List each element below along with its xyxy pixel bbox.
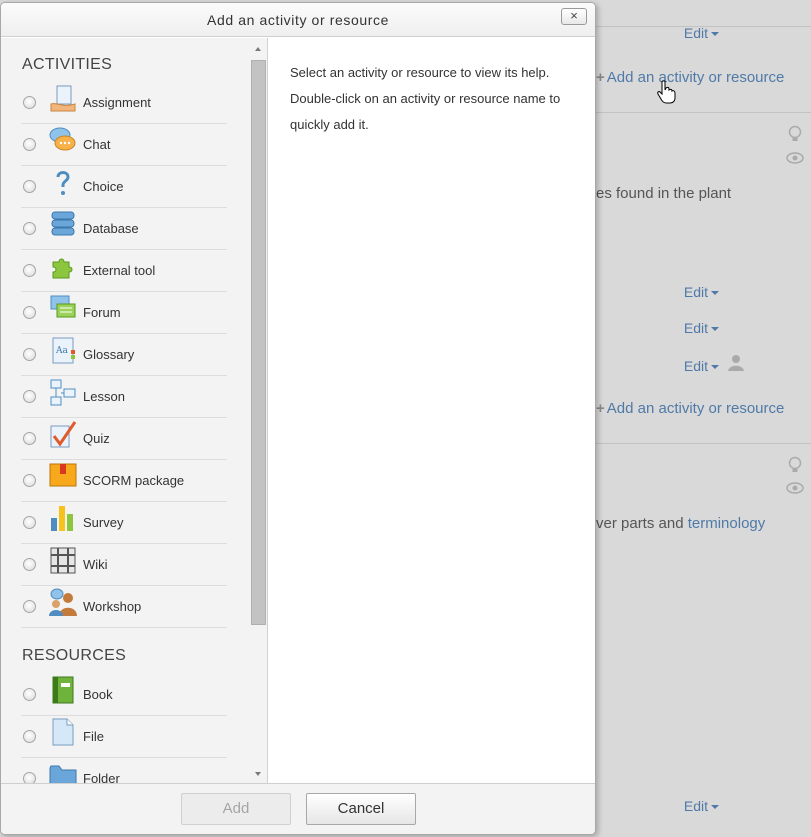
options-scrollbar[interactable] bbox=[249, 38, 267, 785]
activities-heading: ACTIVITIES bbox=[22, 56, 113, 73]
svg-text:Aa: Aa bbox=[55, 346, 68, 356]
glossary-icon: Aa bbox=[52, 337, 75, 364]
edit-menu[interactable]: Edit bbox=[684, 798, 719, 814]
radio-button[interactable] bbox=[23, 516, 36, 529]
caret-down-icon bbox=[711, 805, 719, 810]
lightbulb-icon[interactable] bbox=[787, 125, 803, 143]
resources-heading: RESOURCES bbox=[22, 647, 127, 664]
terminology-link[interactable]: terminology bbox=[688, 515, 766, 532]
scrollbar-thumb[interactable] bbox=[251, 60, 266, 625]
assignment-icon bbox=[50, 85, 76, 112]
eye-icon[interactable] bbox=[786, 152, 804, 164]
plus-icon: + bbox=[596, 69, 605, 86]
dialog-title: Add an activity or resource bbox=[207, 12, 389, 28]
external-tool-icon bbox=[52, 258, 73, 279]
caret-down-icon bbox=[711, 32, 719, 37]
option-workshop[interactable]: Workshop bbox=[21, 586, 227, 628]
option-wiki[interactable]: Wiki bbox=[21, 544, 227, 586]
file-icon bbox=[52, 718, 74, 746]
radio-button[interactable] bbox=[23, 222, 36, 235]
option-scorm-package[interactable]: SCORM package bbox=[21, 460, 227, 502]
option-forum[interactable]: Forum bbox=[21, 292, 227, 334]
scroll-up-arrow-icon[interactable] bbox=[255, 47, 261, 51]
option-lesson[interactable]: Lesson bbox=[21, 376, 227, 418]
radio-button[interactable] bbox=[23, 474, 36, 487]
radio-button[interactable] bbox=[23, 138, 36, 151]
eye-icon[interactable] bbox=[786, 482, 804, 494]
add-activity-dialog: Add an activity or resource × ACTIVITIES… bbox=[0, 2, 596, 835]
database-icon bbox=[51, 211, 75, 236]
option-folder[interactable]: Folder bbox=[21, 758, 227, 785]
lesson-icon bbox=[50, 379, 76, 406]
quiz-icon bbox=[50, 421, 77, 448]
edit-menu[interactable]: Edit bbox=[684, 320, 719, 336]
radio-button[interactable] bbox=[23, 180, 36, 193]
radio-button[interactable] bbox=[23, 306, 36, 319]
radio-button[interactable] bbox=[23, 390, 36, 403]
help-text: Select an activity or resource to view i… bbox=[290, 65, 561, 132]
choice-icon bbox=[56, 171, 70, 195]
plus-icon: + bbox=[596, 400, 605, 417]
help-panel: Select an activity or resource to view i… bbox=[269, 38, 595, 785]
hand-cursor-icon bbox=[657, 80, 676, 104]
radio-button[interactable] bbox=[23, 348, 36, 361]
user-icon[interactable] bbox=[727, 354, 745, 372]
radio-button[interactable] bbox=[23, 688, 36, 701]
scorm-icon bbox=[49, 463, 77, 487]
option-external-tool[interactable]: External tool bbox=[21, 250, 227, 292]
option-survey[interactable]: Survey bbox=[21, 502, 227, 544]
radio-button[interactable] bbox=[23, 558, 36, 571]
lightbulb-icon[interactable] bbox=[787, 456, 803, 474]
add-activity-link[interactable]: + Add an activity or resource bbox=[596, 400, 784, 417]
radio-button[interactable] bbox=[23, 96, 36, 109]
radio-button[interactable] bbox=[23, 600, 36, 613]
folder-icon bbox=[49, 765, 77, 785]
option-database[interactable]: Database bbox=[21, 208, 227, 250]
dialog-header: Add an activity or resource × bbox=[1, 3, 595, 37]
option-file[interactable]: File bbox=[21, 716, 227, 758]
option-glossary[interactable]: Aa Glossary bbox=[21, 334, 227, 376]
edit-menu[interactable]: Edit bbox=[684, 25, 719, 41]
option-chat[interactable]: Chat bbox=[21, 124, 227, 166]
chat-icon bbox=[49, 127, 76, 151]
option-quiz[interactable]: Quiz bbox=[21, 418, 227, 460]
option-choice[interactable]: Choice bbox=[21, 166, 227, 208]
scroll-down-arrow-icon[interactable] bbox=[255, 772, 261, 776]
radio-button[interactable] bbox=[23, 264, 36, 277]
workshop-icon bbox=[49, 588, 77, 616]
radio-button[interactable] bbox=[23, 432, 36, 445]
forum-icon bbox=[50, 295, 76, 318]
option-book[interactable]: Book bbox=[21, 674, 227, 716]
section-divider bbox=[596, 112, 811, 113]
options-list[interactable]: ACTIVITIES Assignment Chat Choice Databa… bbox=[1, 38, 268, 785]
survey-icon bbox=[51, 506, 73, 531]
add-button[interactable]: Add bbox=[181, 793, 291, 825]
edit-menu[interactable]: Edit bbox=[684, 358, 719, 374]
book-icon bbox=[52, 676, 74, 704]
caret-down-icon bbox=[711, 327, 719, 332]
option-assignment[interactable]: Assignment bbox=[21, 82, 227, 124]
caret-down-icon bbox=[711, 365, 719, 370]
wiki-icon bbox=[50, 547, 76, 574]
section-summary-text: ver parts and terminology bbox=[596, 515, 766, 532]
edit-menu[interactable]: Edit bbox=[684, 284, 719, 300]
add-activity-link[interactable]: + Add an activity or resource bbox=[596, 69, 784, 86]
close-button[interactable]: × bbox=[561, 8, 587, 25]
section-summary-text: es found in the plant bbox=[596, 185, 732, 202]
caret-down-icon bbox=[711, 291, 719, 296]
section-divider bbox=[596, 443, 811, 444]
dialog-footer: Add Cancel bbox=[1, 783, 595, 834]
radio-button[interactable] bbox=[23, 730, 36, 743]
cancel-button[interactable]: Cancel bbox=[306, 793, 416, 825]
